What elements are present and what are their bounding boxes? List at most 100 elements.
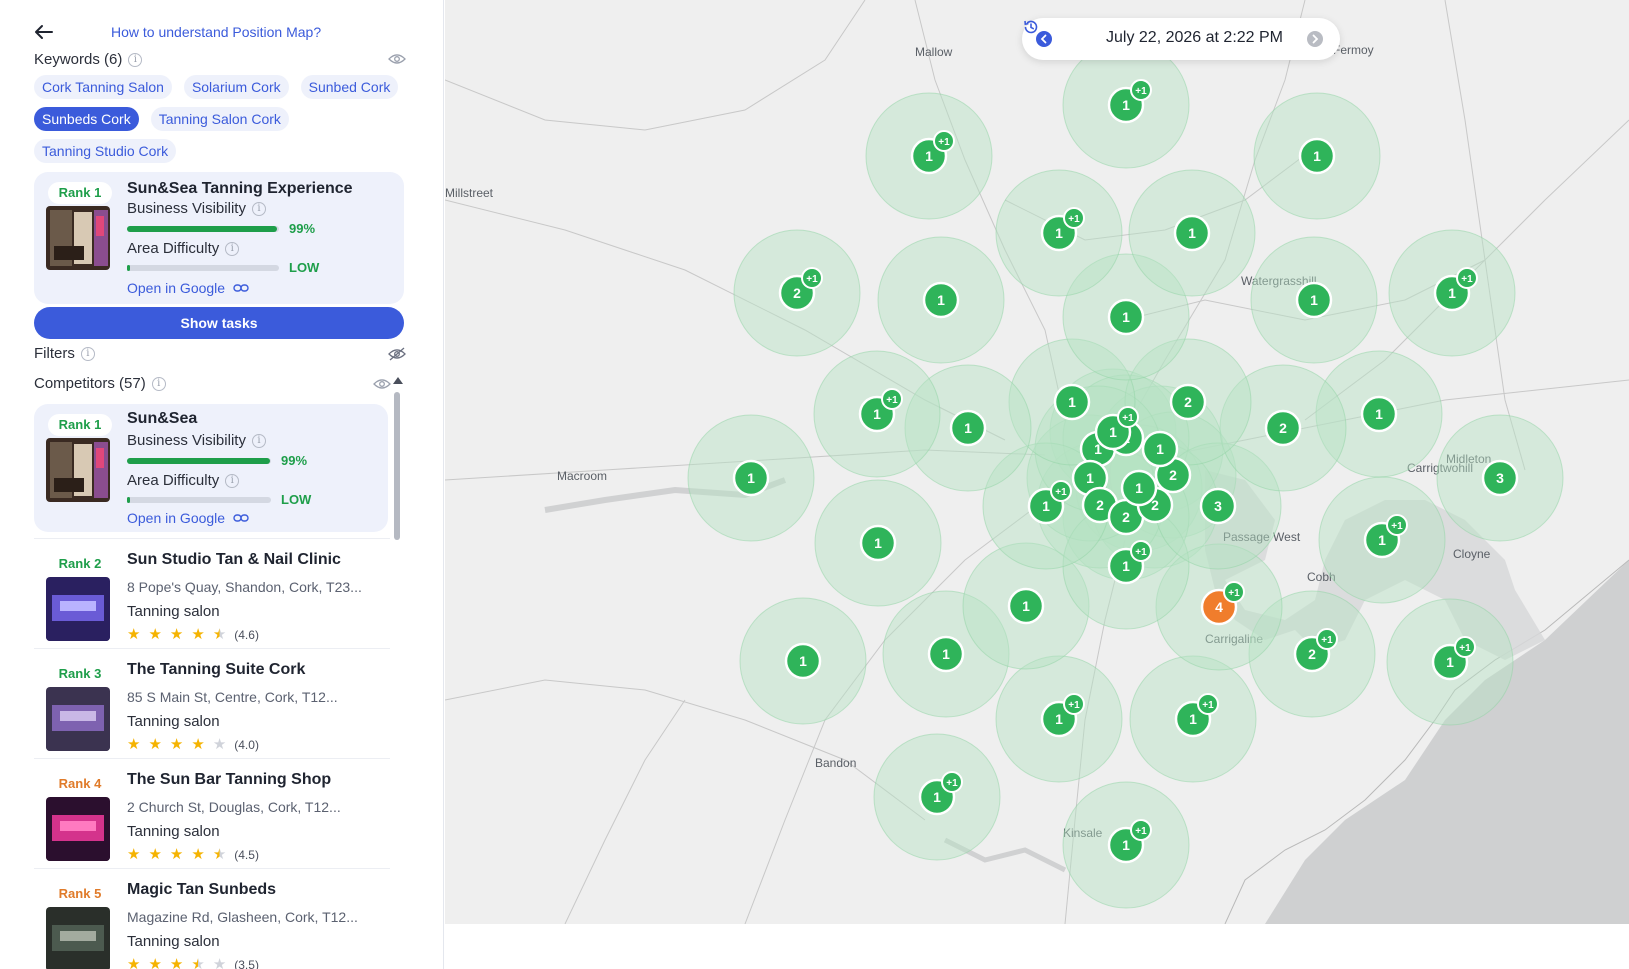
star-icon: ★: [148, 956, 162, 969]
competitor-category: Tanning salon: [127, 603, 220, 620]
rank-marker[interactable]: 1: [1120, 469, 1158, 507]
sidebar: How to understand Position Map? Keywords…: [0, 0, 444, 969]
competitor-thumbnail: [46, 438, 110, 502]
info-icon[interactable]: i: [128, 52, 143, 67]
rank-marker[interactable]: 1: [1295, 281, 1333, 319]
competitor-name: The Tanning Suite Cork: [127, 661, 306, 678]
star-icon: ★: [127, 626, 141, 643]
rank-marker[interactable]: 1: [1007, 587, 1045, 625]
rank-marker-label: 1: [942, 646, 950, 662]
keyword-chip[interactable]: Tanning Salon Cork: [150, 107, 289, 131]
extra-count-label: +1: [1055, 487, 1067, 498]
rank-marker[interactable]: 1: [949, 409, 987, 447]
eye-icon[interactable]: [373, 378, 391, 390]
keyword-chip[interactable]: Sunbeds Cork: [34, 107, 139, 131]
rank-marker[interactable]: 1: [1053, 383, 1091, 421]
back-arrow-icon[interactable]: [30, 22, 56, 42]
extra-count-label: +1: [806, 274, 818, 285]
extra-count-label: +1: [1202, 700, 1214, 711]
rank-marker-label: 1: [1310, 292, 1318, 308]
competitor-category: Tanning salon: [127, 713, 220, 730]
rank-marker-label: 1: [964, 420, 972, 436]
star-icon: ★: [169, 956, 184, 969]
my-business-card: Rank 1 Sun&Sea Tanning Experience Busine…: [34, 172, 404, 304]
open-in-google-link[interactable]: Open in Google: [127, 510, 249, 526]
keyword-chip[interactable]: Sunbed Cork: [300, 75, 399, 99]
info-icon[interactable]: i: [225, 241, 240, 256]
next-date-button[interactable]: [1307, 31, 1323, 47]
rank-marker-label: 1: [1448, 285, 1456, 301]
star-icon: ★: [212, 736, 227, 753]
rating-value: (3.5): [234, 957, 259, 969]
rank-marker[interactable]: 3: [1199, 487, 1237, 525]
rank-marker[interactable]: 1: [1107, 298, 1145, 336]
rank-marker-label: 1: [1135, 480, 1143, 496]
rank-marker-label: 3: [1214, 498, 1222, 514]
rank-marker-label: 1: [933, 789, 941, 805]
keyword-chip[interactable]: Solarium Cork: [183, 75, 289, 99]
history-icon[interactable]: [1022, 18, 1040, 36]
rank-badge: Rank 4: [48, 773, 112, 795]
rank-marker[interactable]: 1: [922, 281, 960, 319]
open-in-google-link[interactable]: Open in Google: [127, 280, 249, 296]
rank-marker[interactable]: 3: [1481, 459, 1519, 497]
keyword-chip[interactable]: Tanning Studio Cork: [34, 139, 177, 163]
rank-marker[interactable]: 1: [1141, 430, 1179, 468]
rank-marker-label: 1: [1122, 837, 1130, 853]
scrollbar-thumb[interactable]: [394, 392, 400, 540]
position-markers: 1+11+111+112+11 111+11+111 22111+131+1311+…: [687, 41, 1564, 909]
rank-badge: Rank 2: [48, 553, 112, 575]
rank-marker[interactable]: 1: [1173, 214, 1211, 252]
scrollbar[interactable]: [393, 390, 401, 542]
competitor-row[interactable]: Rank 3 The Tanning Suite Cork 85 S Main St…: [34, 648, 390, 758]
rank-marker-label: 1: [1022, 598, 1030, 614]
info-icon[interactable]: i: [151, 376, 166, 391]
position-map[interactable]: Mallow Fermoy Millstreet Watergrasshill Macr…: [445, 0, 1629, 924]
difficulty-label: Area Difficulty i: [127, 240, 240, 257]
rank-marker-label: 1: [1122, 97, 1130, 113]
star-icon: ★: [191, 846, 205, 863]
rank-marker-label: 1: [925, 148, 933, 164]
competitor-row[interactable]: Rank 5 Magic Tan Sunbeds Magazine Rd, Glas…: [34, 868, 390, 969]
help-link[interactable]: How to understand Position Map?: [111, 24, 321, 40]
info-icon[interactable]: i: [251, 433, 266, 448]
competitor-row[interactable]: Rank 2 Sun Studio Tan & Nail Clinic 8 Pope…: [34, 538, 390, 648]
visibility-label-text: Business Visibility: [127, 200, 246, 217]
visibility-bar: [127, 226, 279, 232]
visibility-bar-fill: [127, 458, 270, 464]
open-in-google-label[interactable]: Open in Google: [127, 280, 225, 296]
difficulty-label-text: Area Difficulty: [127, 240, 220, 257]
extra-count-label: +1: [1122, 413, 1134, 424]
rank-marker-label: 4: [1215, 599, 1223, 615]
star-icon: ★: [169, 736, 184, 753]
info-icon[interactable]: i: [251, 201, 266, 216]
chevron-right-icon: [1312, 34, 1319, 44]
rating-value: (4.0): [234, 737, 259, 752]
date-selector: July 22, 2026 at 2:22 PM: [1022, 18, 1340, 60]
rank-marker[interactable]: 1: [859, 524, 897, 562]
keyword-chip[interactable]: Cork Tanning Salon: [34, 75, 172, 99]
eye-icon[interactable]: [388, 53, 406, 65]
competitor-top-card[interactable]: Rank 1 Sun&Sea Business Visibility i 99%…: [34, 404, 388, 532]
scroll-up-arrow[interactable]: [393, 377, 403, 384]
rank-marker[interactable]: 1: [784, 642, 822, 680]
open-in-google-label[interactable]: Open in Google: [127, 510, 225, 526]
eye-off-icon[interactable]: [388, 347, 406, 361]
competitor-address: 2 Church St, Douglas, Cork, T12...: [127, 799, 341, 815]
rank-marker-label: 1: [1122, 558, 1130, 574]
rank-marker[interactable]: 1: [927, 635, 965, 673]
visibility-bar-fill: [127, 226, 278, 232]
competitor-address: 8 Pope's Quay, Shandon, Cork, T23...: [127, 579, 362, 595]
competitor-row[interactable]: Rank 4 The Sun Bar Tanning Shop 2 Church S…: [34, 758, 390, 868]
rank-marker[interactable]: 1: [1360, 395, 1398, 433]
difficulty-bar: [127, 497, 271, 503]
info-icon[interactable]: i: [225, 473, 240, 488]
star-icon: ★: [212, 956, 227, 969]
show-tasks-button[interactable]: Show tasks: [34, 307, 404, 339]
rank-marker[interactable]: 1: [732, 459, 770, 497]
rank-marker[interactable]: 2: [1264, 409, 1302, 447]
rank-marker[interactable]: 2: [1169, 383, 1207, 421]
info-icon[interactable]: i: [80, 346, 95, 361]
rank-marker-label: 1: [1055, 225, 1063, 241]
rank-marker[interactable]: 1: [1298, 137, 1336, 175]
